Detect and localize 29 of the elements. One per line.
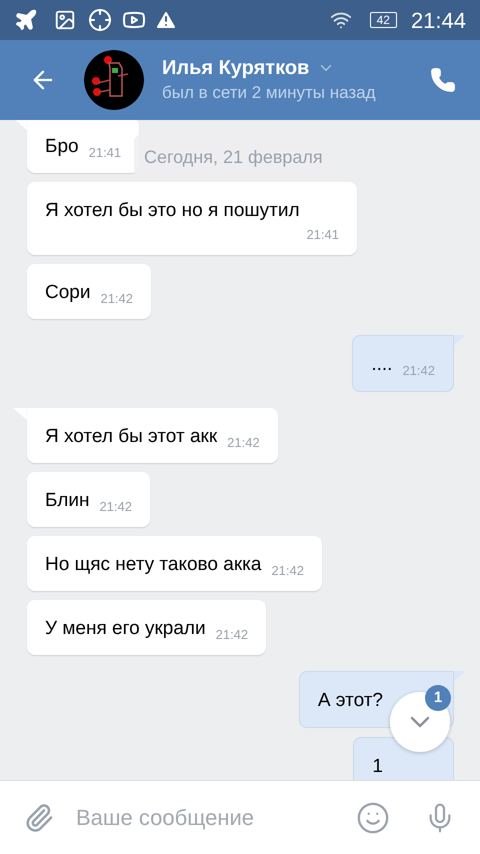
message-text: 1 — [372, 756, 383, 778]
battery-indicator: 42 — [370, 12, 397, 28]
airplane-icon — [14, 8, 38, 32]
attach-button[interactable] — [24, 802, 54, 832]
call-button[interactable] — [428, 65, 458, 95]
contact-name[interactable]: Илья Курятков — [162, 55, 310, 81]
message-time: 21:42 — [214, 626, 248, 644]
message-text: У меня его украли — [45, 618, 206, 640]
message-text: Но щяс нету таково акка — [45, 554, 262, 576]
message-time: 21:42 — [98, 498, 132, 516]
last-seen-status: был в сети 2 минуты назад — [162, 82, 377, 104]
message-time: 21:42 — [226, 434, 260, 452]
crosshair-icon — [88, 8, 112, 32]
message-text: Я хотел бы этот акк — [45, 426, 218, 448]
message-input[interactable]: Ваше сообщение — [76, 801, 344, 834]
message-text: Сори — [45, 282, 90, 304]
message-text: .... — [371, 354, 392, 376]
message-time: 21:42 — [270, 562, 304, 580]
message-text: Блин — [45, 490, 90, 512]
message-text: А этот? — [318, 690, 383, 712]
message-text: Я хотел бы это но я пошутил — [45, 200, 300, 222]
message-time: 21:42 — [99, 290, 134, 308]
message-time: 21:42 — [401, 362, 435, 380]
emoji-button[interactable] — [356, 800, 390, 834]
message-text: Бро — [45, 136, 79, 158]
clock: 21:44 — [410, 6, 466, 34]
message-time: 21:41 — [88, 144, 122, 162]
message-time: 21:41 — [305, 226, 339, 244]
image-icon — [54, 9, 76, 31]
